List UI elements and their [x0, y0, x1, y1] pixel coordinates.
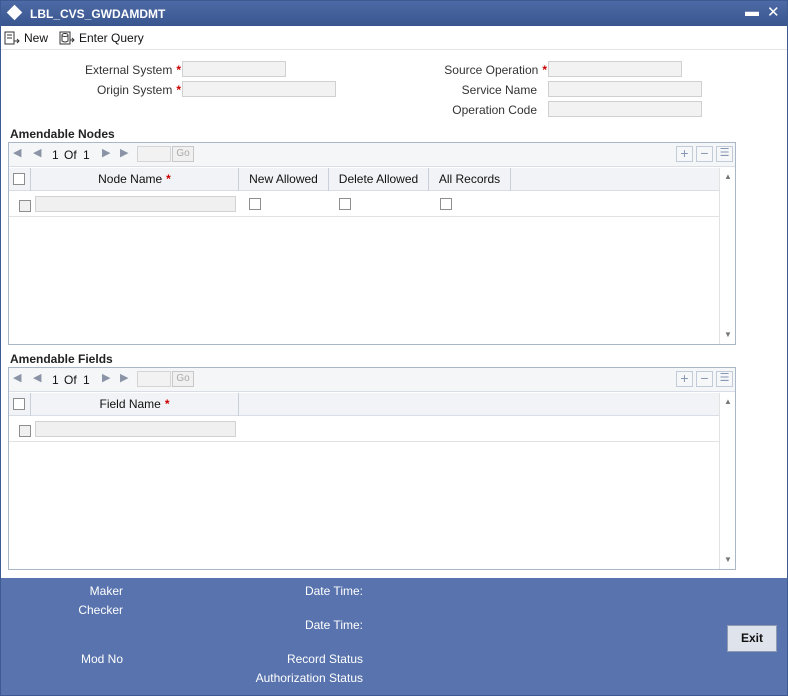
- new-button[interactable]: New: [4, 29, 48, 47]
- first-page-icon[interactable]: ◀​: [13, 371, 21, 384]
- service-name-label: Service Name: [461, 83, 537, 97]
- maker-label: Maker: [89, 584, 123, 598]
- checker-date-time-label: Date Time:: [304, 618, 363, 632]
- col-all-records: All Records: [429, 168, 511, 191]
- select-all-cell: [9, 168, 31, 191]
- external-system-label: External System *: [84, 63, 181, 77]
- next-page-icon[interactable]: ▶: [102, 371, 110, 384]
- field-name-input[interactable]: [35, 421, 236, 437]
- audit-footer: Maker Checker Mod No Date Time: Date Tim…: [1, 578, 787, 695]
- nodes-vertical-scrollbar[interactable]: ▲ ▼: [719, 168, 735, 344]
- new-record-icon: [4, 31, 20, 45]
- col-new-allowed: New Allowed: [239, 168, 329, 191]
- last-page-icon[interactable]: ▶​: [120, 371, 128, 384]
- all-records-checkbox[interactable]: [440, 198, 452, 210]
- origin-system-label: Origin System *: [96, 83, 181, 97]
- col-field-name: Field Name *: [31, 393, 239, 416]
- page-of: Of: [64, 373, 77, 387]
- exit-button[interactable]: Exit: [727, 625, 777, 652]
- fields-vertical-scrollbar[interactable]: ▲ ▼: [719, 393, 735, 569]
- add-row-icon[interactable]: +: [676, 146, 693, 162]
- table-row: [9, 192, 719, 217]
- go-button[interactable]: Go: [172, 146, 194, 162]
- diamond-icon: [6, 4, 23, 21]
- new-label: New: [24, 31, 49, 45]
- single-view-icon[interactable]: ☰: [716, 371, 733, 387]
- operation-code-input[interactable]: [548, 101, 702, 117]
- scroll-up-icon[interactable]: ▲: [724, 397, 732, 406]
- select-all-checkbox[interactable]: [13, 173, 25, 185]
- prev-page-icon[interactable]: ◀: [33, 371, 41, 384]
- query-icon: [59, 31, 75, 45]
- prev-page-icon[interactable]: ◀: [33, 146, 41, 159]
- checker-label: Checker: [78, 603, 123, 617]
- service-name-input[interactable]: [548, 81, 702, 97]
- minimize-button[interactable]: ▬: [745, 3, 759, 19]
- delete-row-icon[interactable]: −: [696, 146, 713, 162]
- amendable-nodes-title: Amendable Nodes: [10, 127, 115, 141]
- page-of: Of: [64, 148, 77, 162]
- scroll-down-icon[interactable]: ▼: [724, 555, 732, 564]
- enter-query-button[interactable]: Enter Query: [59, 29, 144, 47]
- source-operation-input[interactable]: [548, 61, 682, 77]
- title-bar: LBL_CVS_GWDAMDMT ▬ ✕: [1, 1, 787, 26]
- maker-date-time-label: Date Time:: [304, 584, 363, 598]
- add-row-icon[interactable]: +: [676, 371, 693, 387]
- new-allowed-checkbox[interactable]: [249, 198, 261, 210]
- page-total: 1: [83, 148, 90, 162]
- fields-grid-toolbar: ◀​ ◀ 1 Of 1 ▶ ▶​ Go + − ☰: [9, 368, 735, 392]
- origin-system-input[interactable]: [182, 81, 336, 97]
- toolbar: New Enter Query: [1, 26, 787, 50]
- page-number-input[interactable]: [137, 371, 171, 387]
- node-name-input[interactable]: [35, 196, 236, 212]
- page-number-input[interactable]: [137, 146, 171, 162]
- select-all-checkbox[interactable]: [13, 398, 25, 410]
- go-button[interactable]: Go: [172, 371, 194, 387]
- last-page-icon[interactable]: ▶​: [120, 146, 128, 159]
- external-system-input[interactable]: [182, 61, 286, 77]
- close-button[interactable]: ✕: [767, 3, 780, 21]
- scroll-up-icon[interactable]: ▲: [724, 172, 732, 181]
- mod-no-label: Mod No: [80, 652, 123, 666]
- col-node-name: Node Name *: [31, 168, 239, 191]
- fields-grid-header: Field Name *: [9, 393, 719, 416]
- source-operation-label: Source Operation *: [444, 63, 547, 77]
- first-page-icon[interactable]: ◀​: [13, 146, 21, 159]
- amendable-nodes-grid: ◀​ ◀ 1 Of 1 ▶ ▶​ Go + − ☰ Node Name * New…: [8, 142, 736, 345]
- window-title: LBL_CVS_GWDAMDMT: [30, 7, 166, 21]
- delete-row-icon[interactable]: −: [696, 371, 713, 387]
- select-all-cell: [9, 393, 31, 416]
- single-view-icon[interactable]: ☰: [716, 146, 733, 162]
- next-page-icon[interactable]: ▶: [102, 146, 110, 159]
- scroll-down-icon[interactable]: ▼: [724, 330, 732, 339]
- nodes-grid-header: Node Name * New Allowed Delete Allowed Al…: [9, 168, 719, 191]
- authorization-status-label: Authorization Status: [255, 671, 363, 685]
- nodes-grid-toolbar: ◀​ ◀ 1 Of 1 ▶ ▶​ Go + − ☰: [9, 143, 735, 167]
- row-select-checkbox[interactable]: [19, 200, 31, 212]
- page-total: 1: [83, 373, 90, 387]
- main-window: LBL_CVS_GWDAMDMT ▬ ✕ New Enter Query Ext…: [0, 0, 788, 696]
- row-select-checkbox[interactable]: [19, 425, 31, 437]
- page-current: 1: [52, 373, 59, 387]
- table-row: [9, 417, 719, 442]
- operation-code-label: Operation Code: [452, 103, 537, 117]
- col-delete-allowed: Delete Allowed: [329, 168, 429, 191]
- amendable-fields-title: Amendable Fields: [10, 352, 113, 366]
- delete-allowed-checkbox[interactable]: [339, 198, 351, 210]
- amendable-fields-grid: ◀​ ◀ 1 Of 1 ▶ ▶​ Go + − ☰ Field Name*: [8, 367, 736, 570]
- enter-query-label: Enter Query: [79, 31, 144, 45]
- page-current: 1: [52, 148, 59, 162]
- record-status-label: Record Status: [286, 652, 363, 666]
